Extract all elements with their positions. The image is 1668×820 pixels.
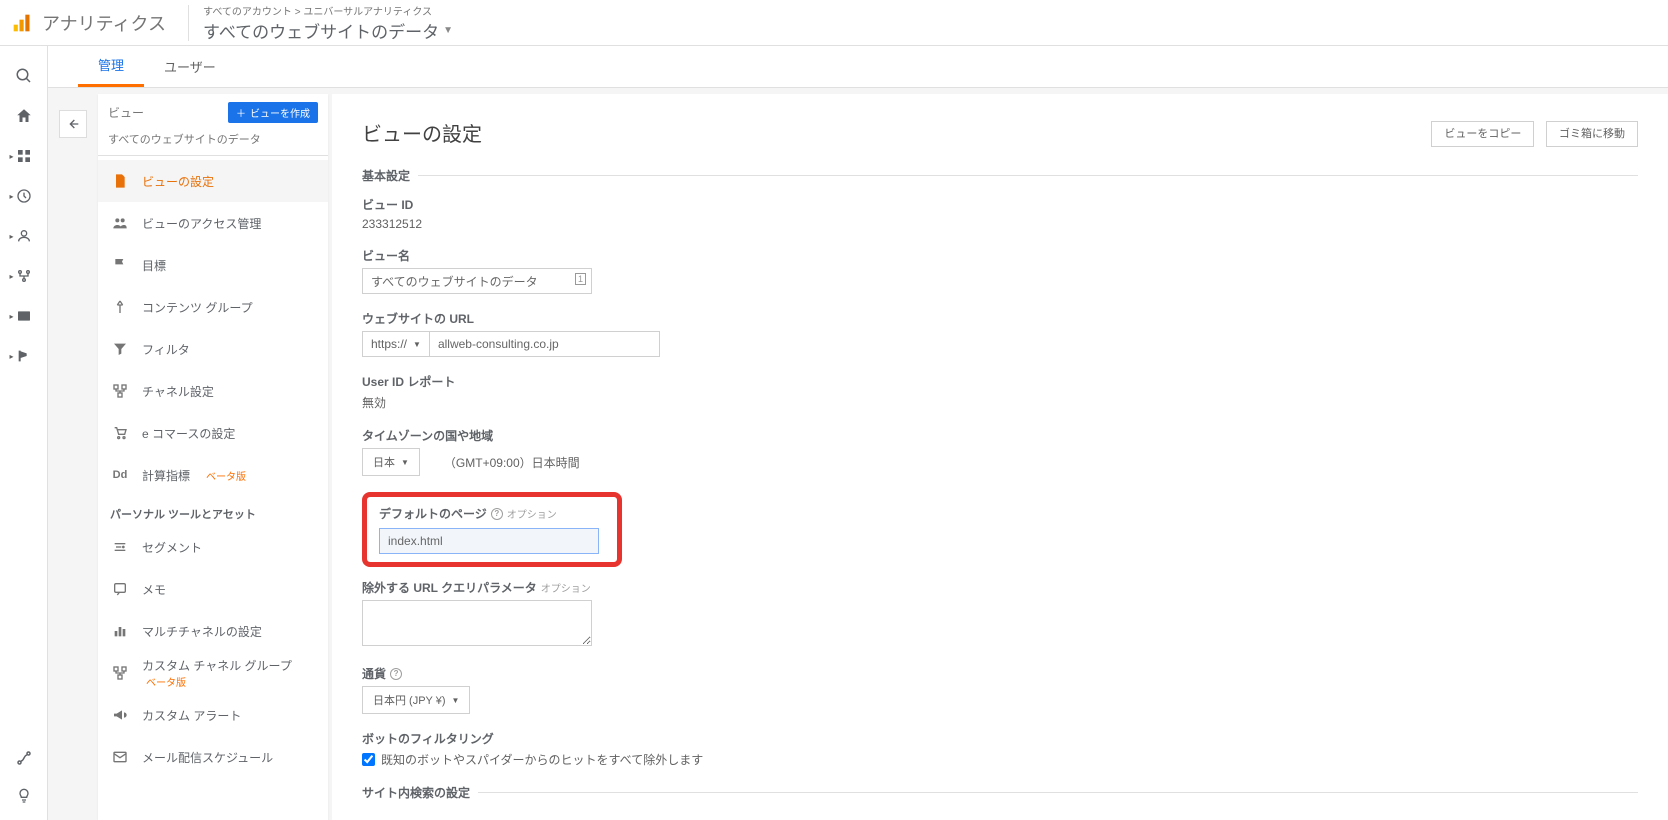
bot-filter-checkbox[interactable] [362, 753, 375, 766]
currency-select[interactable]: 日本円 (JPY ¥)▼ [362, 686, 470, 714]
acquisition-icon[interactable]: ▸ [12, 264, 36, 288]
personal-tools-heading: パーソナル ツールとアセット [98, 496, 328, 526]
realtime-icon[interactable]: ▸ [12, 184, 36, 208]
url-label: ウェブサイトの URL [362, 310, 1638, 327]
protocol-select[interactable]: https://▼ [362, 331, 430, 357]
app-header: アナリティクス すべてのアカウント > ユニバーサルアナリティクス すべてのウェ… [0, 0, 1668, 46]
dd-icon: Dd [110, 469, 130, 481]
view-column-label: ビュー [108, 104, 144, 121]
input-clear-icon[interactable]: 1 [575, 273, 586, 285]
people-icon [110, 215, 130, 231]
bars-icon [110, 623, 130, 639]
default-page-input[interactable] [379, 528, 599, 554]
note-icon [110, 581, 130, 597]
behavior-icon[interactable]: ▸ [12, 304, 36, 328]
bot-filter-text: 既知のボットやスパイダーからのヒットをすべて除外します [381, 751, 703, 768]
admin-tabs: 管理 ユーザー [48, 46, 1668, 88]
page-icon [110, 173, 130, 189]
left-rail: ▸ ▸ ▸ ▸ ▸ ▸ [0, 46, 48, 820]
nav-segments[interactable]: セグメント [98, 526, 328, 568]
default-page-highlight: デフォルトのページ ? オプション [362, 492, 622, 567]
timezone-offset: （GMT+09:00）日本時間 [444, 454, 580, 471]
default-page-label: デフォルトのページ [379, 505, 487, 522]
help-icon[interactable]: ? [491, 508, 503, 520]
attribution-icon[interactable] [12, 746, 36, 770]
help-icon[interactable]: ? [390, 668, 402, 680]
user-id-value: 無効 [362, 394, 1638, 411]
tab-user[interactable]: ユーザー [144, 45, 236, 87]
nav-custom-alerts[interactable]: カスタム アラート [98, 694, 328, 736]
currency-label: 通貨 [362, 665, 386, 682]
analytics-logo-icon [12, 13, 32, 33]
user-id-label: User ID レポート [362, 373, 1638, 390]
nav-view-settings[interactable]: ビューの設定 [98, 160, 328, 202]
logo: アナリティクス [12, 10, 166, 36]
view-name-label: ビュー名 [362, 247, 1638, 264]
page-title: ビューの設定 [362, 118, 482, 147]
flag-icon [110, 257, 130, 273]
settings-panel: ビューの設定 ビューをコピー ゴミ箱に移動 基本設定 ビュー ID 233312… [332, 94, 1668, 820]
view-column: ビュー ＋ ビューを作成 すべてのウェブサイトのデータ ビューの設定 ビューのア… [98, 94, 328, 820]
breadcrumb-path: すべてのアカウント > ユニバーサルアナリティクス [203, 3, 453, 18]
timezone-label: タイムゾーンの国や地域 [362, 427, 1638, 444]
exclude-query-input[interactable] [362, 600, 592, 646]
nav-view-access[interactable]: ビューのアクセス管理 [98, 202, 328, 244]
cart-icon [110, 425, 130, 441]
chevron-down-icon: ▼ [413, 340, 421, 349]
basic-settings-heading: 基本設定 [362, 167, 1638, 184]
chevron-down-icon: ▼ [401, 458, 409, 467]
site-search-heading: サイト内検索の設定 [362, 784, 1638, 801]
nav-scheduled-emails[interactable]: メール配信スケジュール [98, 736, 328, 778]
tab-admin[interactable]: 管理 [78, 45, 144, 87]
nav-content-grouping[interactable]: コンテンツ グループ [98, 286, 328, 328]
plus-icon: ＋ [236, 105, 246, 120]
channel-icon [110, 383, 130, 399]
url-input[interactable] [430, 331, 660, 357]
nav-filters[interactable]: フィルタ [98, 328, 328, 370]
chevron-down-icon: ▼ [452, 696, 460, 705]
conversions-icon[interactable]: ▸ [12, 344, 36, 368]
megaphone-icon [110, 707, 130, 723]
timezone-country-select[interactable]: 日本▼ [362, 448, 420, 476]
nav-multichannel[interactable]: マルチチャネルの設定 [98, 610, 328, 652]
breadcrumb-current: すべてのウェブサイトのデータ [203, 18, 439, 43]
content-group-icon [110, 299, 130, 315]
copy-view-button[interactable]: ビューをコピー [1431, 121, 1534, 147]
mail-icon [110, 749, 130, 765]
discover-icon[interactable] [12, 784, 36, 808]
trash-view-button[interactable]: ゴミ箱に移動 [1546, 121, 1638, 147]
nav-channel-settings[interactable]: チャネル設定 [98, 370, 328, 412]
view-id-value: 233312512 [362, 217, 1638, 231]
filter-icon [110, 341, 130, 357]
view-name-input[interactable] [362, 268, 592, 294]
view-id-label: ビュー ID [362, 196, 1638, 213]
exclude-query-label: 除外する URL クエリパラメータ [362, 579, 537, 596]
nav-custom-channel[interactable]: カスタム チャネル グループ ベータ版 [98, 652, 328, 694]
back-button[interactable] [59, 110, 87, 138]
custom-channel-icon [110, 665, 130, 681]
dropdown-caret-icon: ▼ [443, 25, 453, 36]
home-icon[interactable] [12, 104, 36, 128]
account-switcher[interactable]: すべてのアカウント > ユニバーサルアナリティクス すべてのウェブサイトのデータ… [188, 5, 453, 41]
view-selector[interactable]: すべてのウェブサイトのデータ [98, 127, 328, 156]
customization-icon[interactable]: ▸ [12, 144, 36, 168]
segment-icon [110, 539, 130, 555]
nav-calculated-metrics[interactable]: Dd 計算指標 ベータ版 [98, 454, 328, 496]
nav-goals[interactable]: 目標 [98, 244, 328, 286]
search-icon[interactable] [12, 64, 36, 88]
nav-annotations[interactable]: メモ [98, 568, 328, 610]
nav-ecommerce[interactable]: e コマースの設定 [98, 412, 328, 454]
audience-icon[interactable]: ▸ [12, 224, 36, 248]
product-name: アナリティクス [42, 10, 166, 36]
create-view-button[interactable]: ＋ ビューを作成 [228, 102, 318, 123]
bot-filter-label: ボットのフィルタリング [362, 730, 1638, 747]
